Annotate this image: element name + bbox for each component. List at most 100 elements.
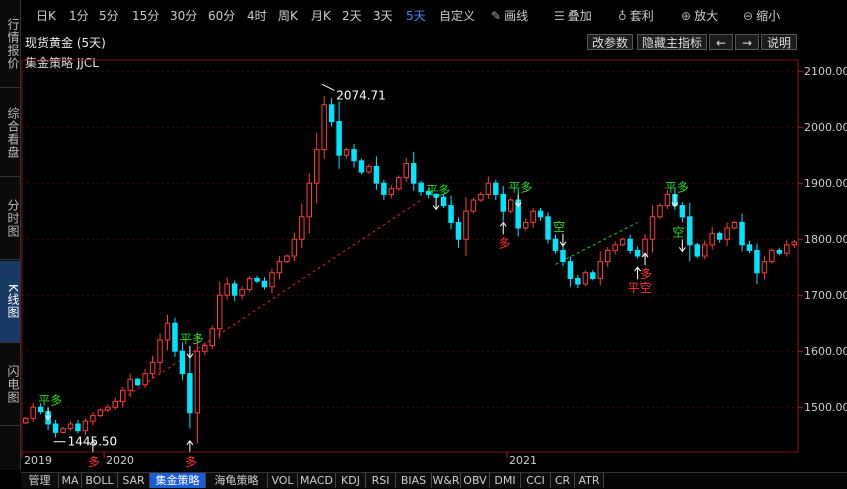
signal-marker: 多	[185, 439, 197, 469]
candle	[522, 218, 529, 231]
candle-body	[470, 199, 477, 212]
indicator-tab[interactable]: VOL	[268, 473, 298, 488]
candle	[545, 212, 551, 244]
indicator-tab[interactable]: OBV	[461, 473, 490, 488]
indicator-tab[interactable]: 海龟策略	[206, 473, 268, 488]
candle	[30, 402, 36, 422]
x-tick-label: 2020	[106, 454, 134, 467]
candle	[746, 240, 753, 254]
candle	[254, 275, 260, 284]
candle	[709, 226, 715, 250]
high-label: 2074.71	[336, 88, 386, 102]
indicator-tab[interactable]: W&R	[432, 473, 461, 488]
candle-body	[30, 406, 36, 419]
candle-body	[649, 216, 656, 240]
candle-body	[552, 238, 559, 251]
signal-label: 平空	[628, 281, 652, 295]
candle-body	[560, 249, 566, 263]
candle	[739, 213, 745, 252]
candle-body	[582, 272, 589, 285]
candle	[388, 185, 395, 199]
candle-body	[366, 165, 372, 173]
candles	[22, 95, 798, 444]
candle	[52, 419, 59, 438]
indicator-tab[interactable]: 管理	[21, 473, 59, 488]
candle	[731, 221, 738, 230]
candle-body	[507, 199, 514, 212]
candle	[179, 342, 186, 381]
candle-body	[388, 188, 395, 195]
plot-frame	[21, 59, 799, 453]
candle	[351, 144, 357, 168]
candle-body	[500, 193, 507, 212]
candle	[336, 101, 342, 169]
candle	[679, 202, 686, 223]
indicator-tab[interactable]: MA	[59, 473, 82, 488]
chart-grid	[21, 59, 799, 453]
candle-body	[604, 249, 611, 263]
candle	[649, 205, 656, 253]
candle-body	[172, 322, 178, 352]
x-axis: 2019 2020 2021	[21, 451, 798, 467]
y-tick-label: 2100.00	[804, 65, 847, 78]
y-axis: 1500.00 1600.00 1700.00 1800.00 1900.00 2000.…	[798, 65, 847, 414]
y-tick-label: 1800.00	[804, 233, 847, 246]
x-tick-label: 2021	[509, 454, 537, 467]
candle-body	[105, 406, 111, 411]
indicator-tab[interactable]: DMI	[490, 473, 521, 488]
candle-body	[328, 104, 335, 123]
indicator-tab[interactable]: RSI	[366, 473, 396, 488]
indicator-tab[interactable]: SAR	[118, 473, 150, 488]
candle-body	[410, 163, 417, 184]
candle-body	[127, 378, 133, 391]
candle-body	[418, 182, 424, 193]
candle	[507, 197, 514, 214]
candle-body	[276, 261, 283, 274]
candle	[134, 377, 141, 387]
candle	[590, 270, 596, 281]
indicator-tab[interactable]: BOLL	[82, 473, 118, 488]
indicator-tab[interactable]: CCI	[521, 473, 551, 488]
candle-body	[209, 328, 216, 347]
candle	[358, 158, 365, 175]
indicator-tab[interactable]: CR	[551, 473, 575, 488]
indicator-tab[interactable]: 集金策略	[150, 473, 206, 488]
candle	[612, 241, 618, 255]
candle-body	[754, 249, 760, 274]
candle-body	[157, 339, 163, 363]
candle	[366, 163, 372, 175]
candle	[112, 397, 119, 410]
candle	[164, 314, 171, 351]
indicator-tab[interactable]: BIAS	[396, 473, 432, 488]
indicator-tabs: 管理 MA BOLL SAR 集金策略 海龟策略 VOL MACD KDJ RSI BIAS W&R O…	[21, 472, 847, 489]
candle	[575, 275, 581, 289]
candle-body	[776, 249, 783, 254]
indicator-tab[interactable]: ATR	[575, 473, 604, 488]
candle-body	[619, 238, 626, 246]
candle-body	[590, 272, 596, 279]
candle-body	[679, 205, 686, 218]
candle	[552, 234, 559, 254]
candle-body	[463, 210, 469, 240]
candle	[328, 98, 335, 127]
signal-label: 多	[498, 236, 510, 250]
candle-body	[261, 280, 268, 288]
indicator-tab[interactable]: KDJ	[336, 473, 366, 488]
candle	[485, 176, 492, 199]
candle	[463, 197, 469, 256]
candle	[410, 151, 417, 192]
signal-marker: 多	[498, 221, 510, 250]
candle-body	[657, 205, 663, 218]
candle-body	[246, 277, 253, 291]
candle-body	[351, 149, 357, 162]
indicator-tab[interactable]: MACD	[298, 473, 336, 488]
candle-body	[478, 193, 484, 201]
candle	[403, 158, 410, 182]
candle-body	[739, 221, 745, 246]
candle	[470, 197, 477, 214]
kline-chart[interactable]: 2074.711445.50平多多平多多平多多平多空平空多平多空 1500.00…	[0, 0, 847, 472]
candle-body	[313, 149, 320, 184]
candle	[604, 247, 611, 268]
candle	[276, 256, 283, 280]
candle-body	[687, 216, 693, 246]
